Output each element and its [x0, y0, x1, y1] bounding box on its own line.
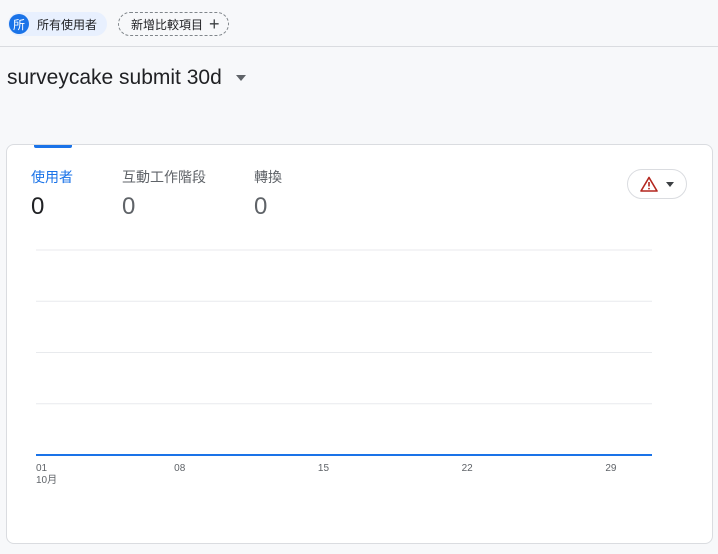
x-tick-label: 01 — [36, 463, 48, 474]
x-tick-label: 15 — [318, 463, 330, 474]
report-title-dropdown[interactable]: surveycake submit 30d — [7, 66, 246, 90]
page-title: surveycake submit 30d — [7, 66, 222, 89]
x-tick-label: 22 — [462, 463, 474, 474]
audience-chip-label: 所有使用者 — [37, 17, 98, 32]
comparison-chip-bar: 所 所有使用者 新增比較項目 + — [0, 0, 718, 47]
line-chart: 01 08 15 22 29 10月 — [36, 249, 652, 486]
plus-icon: + — [209, 14, 220, 34]
caret-down-icon — [235, 75, 246, 81]
x-tick-label: 08 — [174, 463, 186, 474]
add-comparison-label: 新增比較項目 — [131, 17, 204, 32]
audience-chip[interactable]: 所 所有使用者 — [8, 12, 108, 36]
audience-avatar: 所 — [9, 14, 29, 34]
x-tick-label: 29 — [605, 463, 617, 474]
metrics-chart-card: 使用者 0 互動工作階段 0 轉換 0 01 08 15 22 29 10月 — [6, 144, 713, 544]
x-month-label: 10月 — [36, 474, 57, 486]
add-comparison-button[interactable]: 新增比較項目 + — [118, 12, 229, 36]
